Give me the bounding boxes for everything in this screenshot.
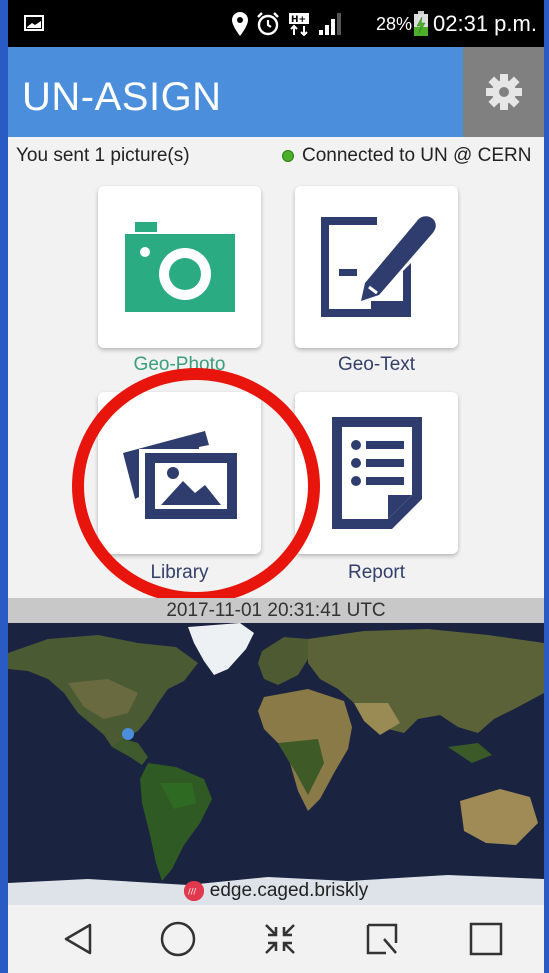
report-label: Report [347, 562, 406, 583]
phone-screen: H+ 28% 02:31 p.m. UN-ASIGN You sent 1 pi… [8, 0, 544, 973]
report-list-icon [331, 417, 422, 529]
collapse-icon [265, 924, 295, 954]
status-icons: H+ [232, 12, 344, 36]
home-button[interactable] [158, 919, 198, 959]
navigation-bar [8, 905, 544, 973]
geo-text-button[interactable] [295, 186, 458, 348]
alarm-icon [257, 12, 279, 36]
highlight-circle [72, 368, 320, 604]
timestamp: 2017-11-01 20:31:41 UTC [8, 598, 544, 623]
svg-text:///: /// [188, 887, 196, 896]
status-dot-icon [282, 150, 294, 162]
gear-icon [485, 74, 522, 110]
svg-text:H+: H+ [291, 15, 306, 25]
frame-left [0, 0, 8, 973]
recent-icon [366, 923, 398, 955]
clock: 02:31 p.m. [433, 11, 537, 36]
battery-percent: 28% [376, 14, 413, 34]
sent-count-text: You sent 1 picture(s) [16, 145, 190, 166]
settings-button[interactable] [463, 47, 544, 137]
connection-text: Connected to UN @ CERN [302, 145, 532, 166]
app-title: UN-ASIGN [22, 75, 222, 119]
geo-text-label: Geo-Text [337, 354, 416, 375]
home-icon [160, 921, 196, 957]
pen-note-icon [320, 216, 436, 317]
square-icon [469, 922, 503, 956]
info-row: You sent 1 picture(s) Connected to UN @ … [8, 141, 544, 171]
square-button[interactable] [466, 919, 506, 959]
location-bar: /// edge.caged.briskly [8, 875, 544, 905]
signal-icon [319, 13, 341, 35]
recent-button[interactable] [362, 919, 402, 959]
battery-charging-icon [413, 11, 429, 42]
location-words: edge.caged.briskly [209, 880, 369, 901]
frame-right [544, 0, 549, 973]
gallery-notification-icon [24, 15, 44, 36]
camera-icon [124, 222, 235, 312]
app-bar: UN-ASIGN [8, 47, 544, 137]
network-hplus-icon: H+ [289, 13, 309, 36]
collapse-button[interactable] [260, 919, 300, 959]
connection-status: Connected to UN @ CERN [282, 145, 531, 167]
what3words-pin-icon: /// [183, 881, 204, 901]
world-map[interactable] [8, 623, 544, 905]
back-button[interactable] [58, 919, 98, 959]
location-icon [232, 12, 248, 36]
report-button[interactable] [295, 392, 458, 554]
back-icon [64, 923, 92, 955]
geo-photo-button[interactable] [98, 186, 261, 348]
status-bar: H+ 28% 02:31 p.m. [8, 0, 544, 47]
